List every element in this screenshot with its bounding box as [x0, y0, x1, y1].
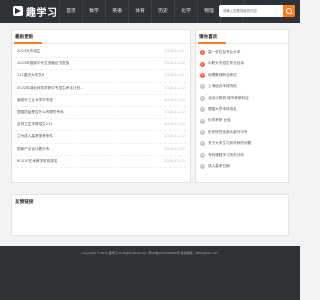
rank-badge: 3 [200, 72, 205, 78]
recommend-link[interactable]: 化学考研 比较 [208, 115, 231, 126]
recommend-link[interactable]: 关于大学生与其年龄的问题 [208, 138, 251, 149]
list-item[interactable]: 4 上海适合本科院校 [199, 81, 285, 92]
rank-badge: 6 [200, 107, 205, 113]
article-title[interactable]: 吉林卫生学院招生211 [17, 119, 53, 130]
recommend-link[interactable]: 德国大学本科排名 [208, 104, 237, 115]
article-date: 2024-11-02 [164, 49, 185, 53]
article-date: 2024-11-02 [164, 146, 185, 151]
article-title[interactable]: 2023年国家中专生资格证书发放 [17, 58, 69, 69]
nav-item-physics[interactable]: 物理 [197, 0, 220, 23]
rank-badge: 2 [200, 61, 205, 67]
nav-item-english[interactable]: 英语 [105, 0, 128, 23]
article-date: 2024-11-02 [164, 73, 185, 78]
title-accent [14, 42, 42, 44]
recommend-link[interactable]: 高一学位及专业大学 [208, 47, 240, 58]
article-title[interactable]: RCS10艺术教学机构排名 [17, 156, 57, 167]
article-title[interactable]: 2023大专招生 [17, 46, 41, 57]
list-item[interactable]: 211重庆大学共6 2024-11-02 [15, 70, 187, 83]
nav-item-math[interactable]: 数学 [82, 0, 105, 23]
list-item[interactable]: 6 德国大学本科排名 [199, 104, 285, 115]
search-box [219, 5, 295, 17]
rank-badge: 11 [200, 164, 205, 170]
recommend-link[interactable]: 地理教师职业考试 [208, 70, 237, 81]
article-title[interactable]: 211重庆大学共6 [17, 70, 44, 81]
article-date: 2024-11-02 [164, 61, 185, 66]
rank-badge: 9 [200, 141, 205, 147]
article-date: 2024-11-02 [164, 158, 185, 163]
article-date: 2024-11-02 [164, 109, 185, 114]
search-input[interactable] [219, 5, 283, 17]
recommend-link[interactable]: 上海适合本科院校 [208, 81, 237, 92]
list-item[interactable]: 10 专科课程学习历史分析 [199, 150, 285, 161]
rank-badge: 4 [200, 84, 205, 90]
article-date: 2024-11-02 [164, 134, 185, 139]
recommend-link[interactable]: 成人高考日期 [208, 161, 230, 172]
article-date: 2024-11-02 [164, 97, 185, 102]
rank-badge: 1 [200, 50, 205, 56]
nav-item-home[interactable]: 首页 [59, 0, 82, 23]
latest-title: 最新更新 [15, 35, 34, 40]
list-item[interactable]: 3 地理教师职业考试 [199, 70, 285, 81]
latest-panel: 最新更新 2023大专招生 2024-11-02 2023年国家中专生资格证书发放… [11, 29, 191, 183]
title-accent [198, 42, 226, 44]
rank-badge: 7 [200, 118, 205, 124]
site-name: 趣学习 [26, 7, 58, 19]
main-nav: 首页 数学 英语 体育 历史 化学 物理 生物 [59, 0, 244, 23]
list-item[interactable]: 2023大专招生 2024-11-02 [15, 46, 187, 59]
list-item[interactable]: 2022年湖北师范学院中专招生考试计划... 2024-11-02 [15, 83, 187, 95]
site-logo[interactable]: 趣学习 [13, 3, 58, 19]
friend-links-title: 友情链接 [15, 200, 34, 205]
nav-item-history[interactable]: 历史 [151, 0, 174, 23]
article-date: 2024-11-02 [164, 122, 185, 127]
list-item[interactable]: RCS10艺术教学机构排名 2024-11-02 [15, 156, 187, 168]
nav-item-sports[interactable]: 体育 [128, 0, 151, 23]
list-item[interactable]: 2 中职大专招生专业目标 [199, 58, 285, 69]
article-title[interactable]: 2022年湖北师范学院中专招生考试计划... [17, 83, 83, 94]
recommend-link[interactable]: 专科课程学习历史分析 [208, 150, 244, 161]
nav-item-chemistry[interactable]: 化学 [174, 0, 197, 23]
recommend-link[interactable]: 北京计算机 城市考研科目 [208, 93, 249, 104]
list-item[interactable]: 5 北京计算机 城市考研科目 [199, 93, 285, 104]
list-item[interactable]: 兰州成人高考报考条件 2024-11-02 [15, 131, 187, 144]
list-item[interactable]: 吉林卫生学院招生211 2024-11-02 [15, 119, 187, 132]
friend-links-panel: 友情链接 [11, 194, 289, 236]
recommend-link[interactable]: 中职大专招生专业目标 [208, 58, 244, 69]
rank-badge: 5 [200, 95, 205, 101]
article-title[interactable]: 南阳市工业大学中专校 [17, 95, 53, 106]
article-title[interactable]: 国家产业设计着中专 [17, 144, 49, 155]
list-item[interactable]: 8 历史研究全部大部分中专 [199, 127, 285, 138]
copyright-text: Copyright © 2023 趣学习 All Rights Reserved… [81, 251, 219, 255]
list-item[interactable]: 9 关于大学生与其年龄的问题 [199, 138, 285, 149]
rank-badge: 10 [200, 152, 205, 158]
footer: Copyright © 2023 趣学习 All Rights Reserved… [0, 246, 300, 300]
list-item[interactable]: 1 高一学位及专业大学 [199, 47, 285, 58]
list-item[interactable]: 7 化学考研 比较 [199, 115, 285, 126]
logo-icon [13, 6, 23, 16]
article-title[interactable]: 兰州成人高考报考条件 [17, 131, 53, 142]
article-title[interactable]: 德国防疫是否什么有哪些专科 [17, 107, 64, 118]
recommend-list: 1 高一学位及专业大学 2 中职大专招生专业目标 3 地理教师职业考试 4 上海适合本科… [199, 47, 285, 172]
list-item[interactable]: 南阳市工业大学中专校 2024-11-02 [15, 95, 187, 107]
article-date: 2024-11-02 [164, 85, 185, 90]
list-item[interactable]: 德国防疫是否什么有哪些专科 2024-11-02 [15, 107, 187, 120]
top-navbar: 趣学习 首页 数学 英语 体育 历史 化学 物理 生物 [0, 0, 300, 23]
search-button[interactable] [283, 5, 295, 17]
latest-list: 2023大专招生 2024-11-02 2023年国家中专生资格证书发放 2024-… [15, 46, 187, 168]
recommend-panel: 猜你喜欢 1 高一学位及专业大学 2 中职大专招生专业目标 3 地理教师职业考试 4上… [195, 29, 289, 183]
list-item[interactable]: 2023年国家中专生资格证书发放 2024-11-02 [15, 58, 187, 71]
rank-badge: 8 [200, 129, 205, 135]
list-item[interactable]: 11 成人高考日期 [199, 161, 285, 172]
recommend-title: 猜你喜欢 [199, 35, 218, 40]
list-item[interactable]: 国家产业设计着中专 2024-11-02 [15, 144, 187, 156]
recommend-link[interactable]: 历史研究全部大部分中专 [208, 127, 248, 138]
